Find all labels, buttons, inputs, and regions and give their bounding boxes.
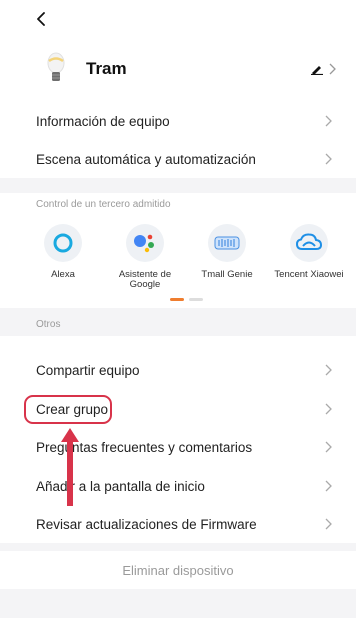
chevron-right-icon: [325, 153, 332, 165]
device-name: Tram: [86, 59, 127, 78]
alexa-icon: [44, 224, 82, 262]
highlight-box-create-group: [24, 395, 112, 424]
edit-name-button[interactable]: [310, 58, 346, 80]
tmall-genie-icon: [208, 224, 246, 262]
delete-device-button[interactable]: Eliminar dispositivo: [0, 551, 356, 589]
chevron-right-icon: [325, 480, 332, 492]
chevron-right-icon: [325, 441, 332, 453]
page-dot: [189, 298, 203, 301]
chevron-right-icon: [329, 63, 336, 75]
menu-item-label: Revisar actualizaciones de Firmware: [36, 516, 257, 532]
menu-item-label: Información de equipo: [36, 113, 170, 129]
third-party-label: Tmall Genie: [201, 269, 253, 280]
menu-item-label: Compartir equipo: [36, 362, 140, 378]
menu-item-share-device[interactable]: Compartir equipo: [0, 351, 356, 389]
third-party-label: Tencent Xiaowei: [274, 269, 344, 280]
page-indicator: [170, 298, 210, 302]
menu-item-faq[interactable]: Preguntas frecuentes y comentarios: [0, 428, 356, 466]
google-assistant-icon: [126, 224, 164, 262]
pencil-icon: [311, 66, 323, 75]
page-dot-active: [170, 298, 184, 301]
menu-item-label: Escena automática y automatización: [36, 151, 256, 167]
delete-device-label: Eliminar dispositivo: [122, 562, 234, 578]
third-party-panel: Control de un tercero admitido Alexa Asi…: [0, 193, 356, 308]
third-party-label: Alexa: [51, 269, 75, 280]
menu-item-automation[interactable]: Escena automática y automatización: [0, 140, 356, 178]
menu-item-firmware-update[interactable]: Revisar actualizaciones de Firmware: [0, 505, 356, 543]
arrow-up-annotation-icon: [61, 428, 79, 506]
back-button[interactable]: [30, 8, 52, 30]
lightbulb-icon: [47, 52, 65, 81]
chevron-right-icon: [325, 115, 332, 127]
top-bar: [0, 0, 356, 42]
chevron-right-icon: [325, 518, 332, 530]
section-label-others: Otros: [36, 319, 61, 330]
chevron-right-icon: [325, 364, 332, 376]
chevron-left-icon: [37, 12, 45, 26]
section-label-third-party: Control de un tercero admitido: [36, 199, 171, 210]
third-party-label: Asistente de Google: [118, 269, 172, 290]
chevron-right-icon: [325, 403, 332, 415]
menu-item-device-info[interactable]: Información de equipo: [0, 102, 356, 140]
device-header: Tram: [0, 42, 356, 102]
tencent-xiaowei-icon: [290, 224, 328, 262]
menu-item-add-home-screen[interactable]: Añadir a la pantalla de inicio: [0, 467, 356, 505]
